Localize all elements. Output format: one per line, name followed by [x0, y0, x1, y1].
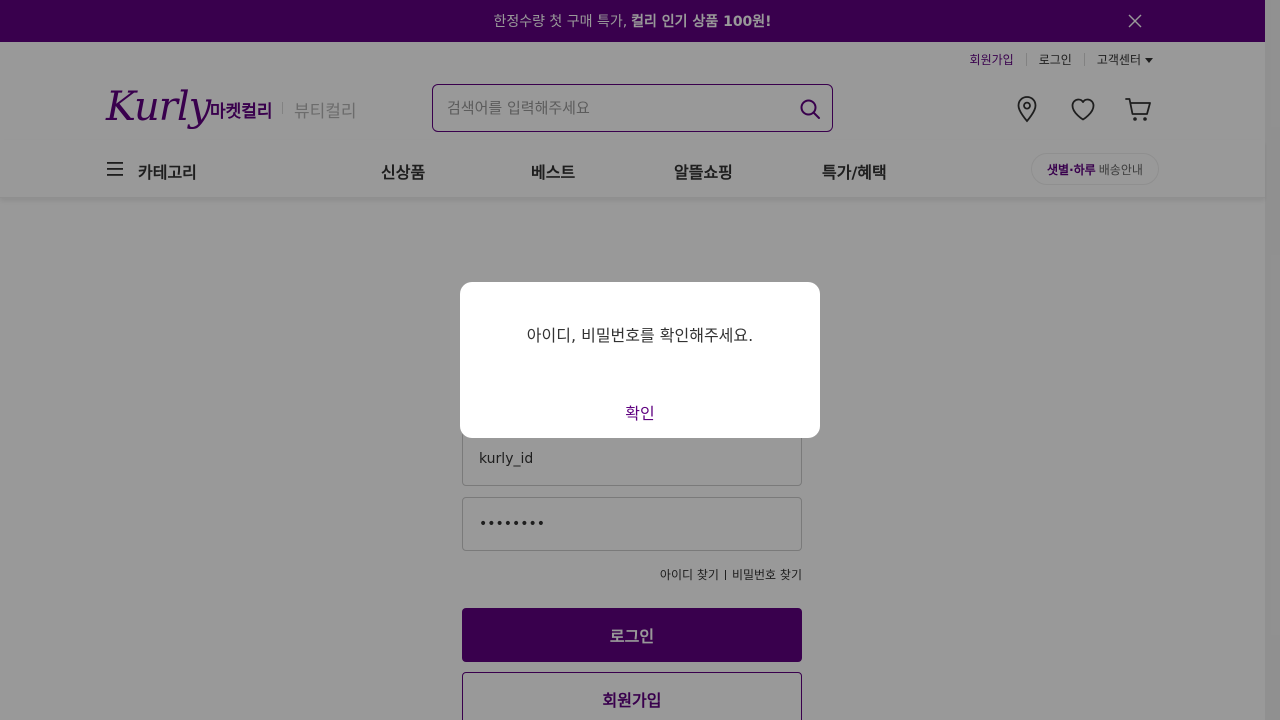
alert-message: 아이디, 비밀번호를 확인해주세요.: [526, 326, 754, 345]
confirm-button[interactable]: 확인: [460, 386, 820, 438]
alert-dialog: 아이디, 비밀번호를 확인해주세요. 확인: [460, 282, 820, 438]
